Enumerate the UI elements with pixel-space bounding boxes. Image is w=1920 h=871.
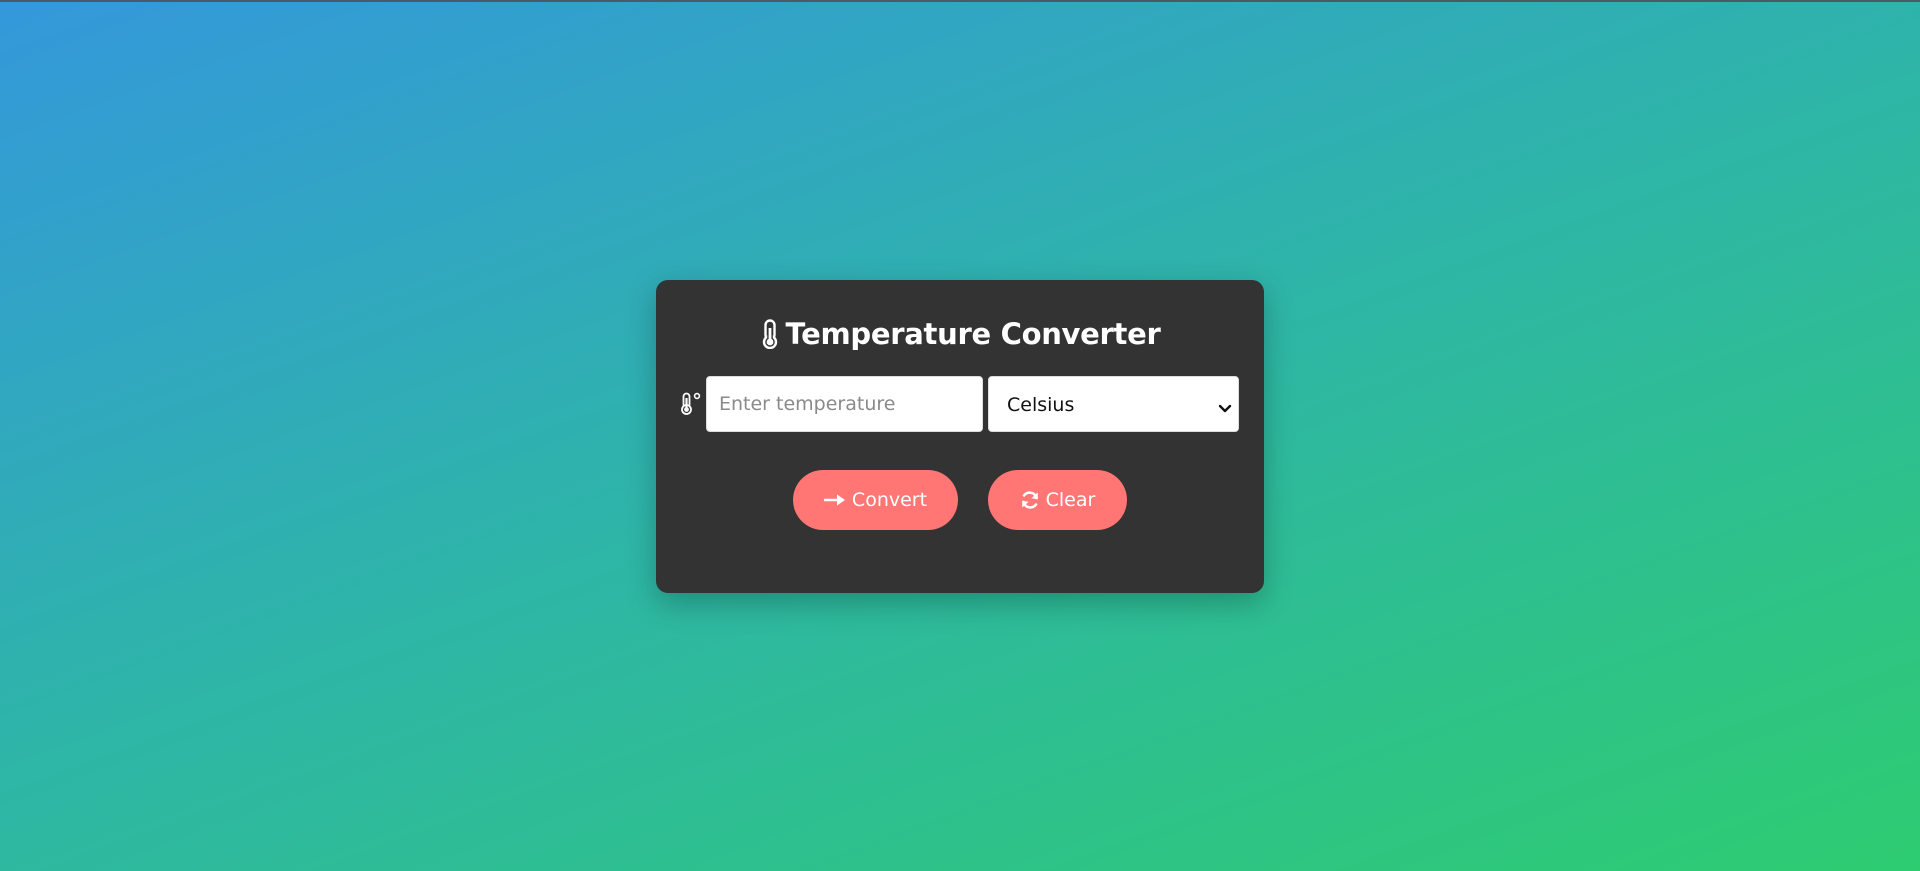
temperature-input[interactable] — [706, 376, 983, 432]
thermometer-icon — [760, 319, 780, 359]
converter-card: Temperature Converter Celsius — [656, 280, 1264, 593]
arrow-right-icon — [823, 493, 846, 507]
window-top-border — [0, 0, 1920, 2]
clear-button[interactable]: Clear — [988, 470, 1127, 530]
thermometer-degree-icon — [680, 392, 702, 416]
unit-select[interactable]: Celsius — [988, 376, 1239, 432]
refresh-icon — [1020, 490, 1040, 510]
input-row: Celsius — [680, 376, 1240, 432]
clear-button-label: Clear — [1045, 489, 1096, 511]
chevron-down-icon — [1218, 399, 1232, 413]
convert-button-label: Convert — [851, 489, 928, 511]
convert-button[interactable]: Convert — [793, 470, 958, 530]
page-title-container: Temperature Converter — [656, 314, 1264, 359]
page-title: Temperature Converter — [785, 317, 1161, 351]
unit-select-value: Celsius — [1007, 394, 1075, 416]
